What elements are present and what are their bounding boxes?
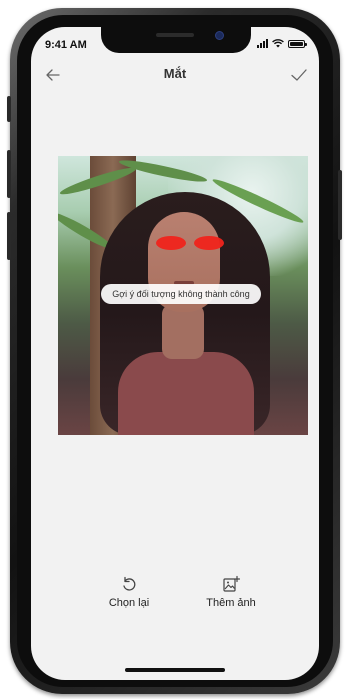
reselect-label: Chọn lại xyxy=(108,597,150,609)
right-eye-highlight xyxy=(194,236,224,250)
power-button xyxy=(338,170,342,240)
home-indicator xyxy=(125,668,225,672)
battery-icon xyxy=(288,39,307,48)
undo-icon xyxy=(123,576,136,591)
wifi-icon xyxy=(272,39,284,48)
neck xyxy=(162,304,204,359)
add-photo-button[interactable]: Thêm ảnh xyxy=(191,575,271,609)
side-button xyxy=(7,96,11,122)
notch xyxy=(101,27,251,53)
left-eye-highlight xyxy=(156,236,186,250)
app-screen: 9:41 AM Mắt Gợi ý đối tượng không thành … xyxy=(31,27,319,680)
volume-up-button xyxy=(7,150,11,198)
volume-down-button xyxy=(7,212,11,260)
confirm-check-icon[interactable] xyxy=(289,65,309,85)
error-toast: Gợi ý đối tượng không thành công xyxy=(101,284,261,304)
add-image-icon xyxy=(223,575,240,592)
front-camera xyxy=(215,31,224,40)
status-icons xyxy=(257,39,307,48)
bottom-actions: Chọn lại Thêm ảnh xyxy=(31,575,319,615)
page-title: Mắt xyxy=(163,66,187,81)
add-photo-label: Thêm ảnh xyxy=(206,597,256,609)
top-bar: Mắt xyxy=(31,63,319,87)
signal-icon xyxy=(257,39,268,48)
shirt xyxy=(118,352,254,435)
speaker xyxy=(156,33,194,37)
reselect-button[interactable]: Chọn lại xyxy=(89,575,169,609)
status-time: 9:41 AM xyxy=(45,39,87,51)
